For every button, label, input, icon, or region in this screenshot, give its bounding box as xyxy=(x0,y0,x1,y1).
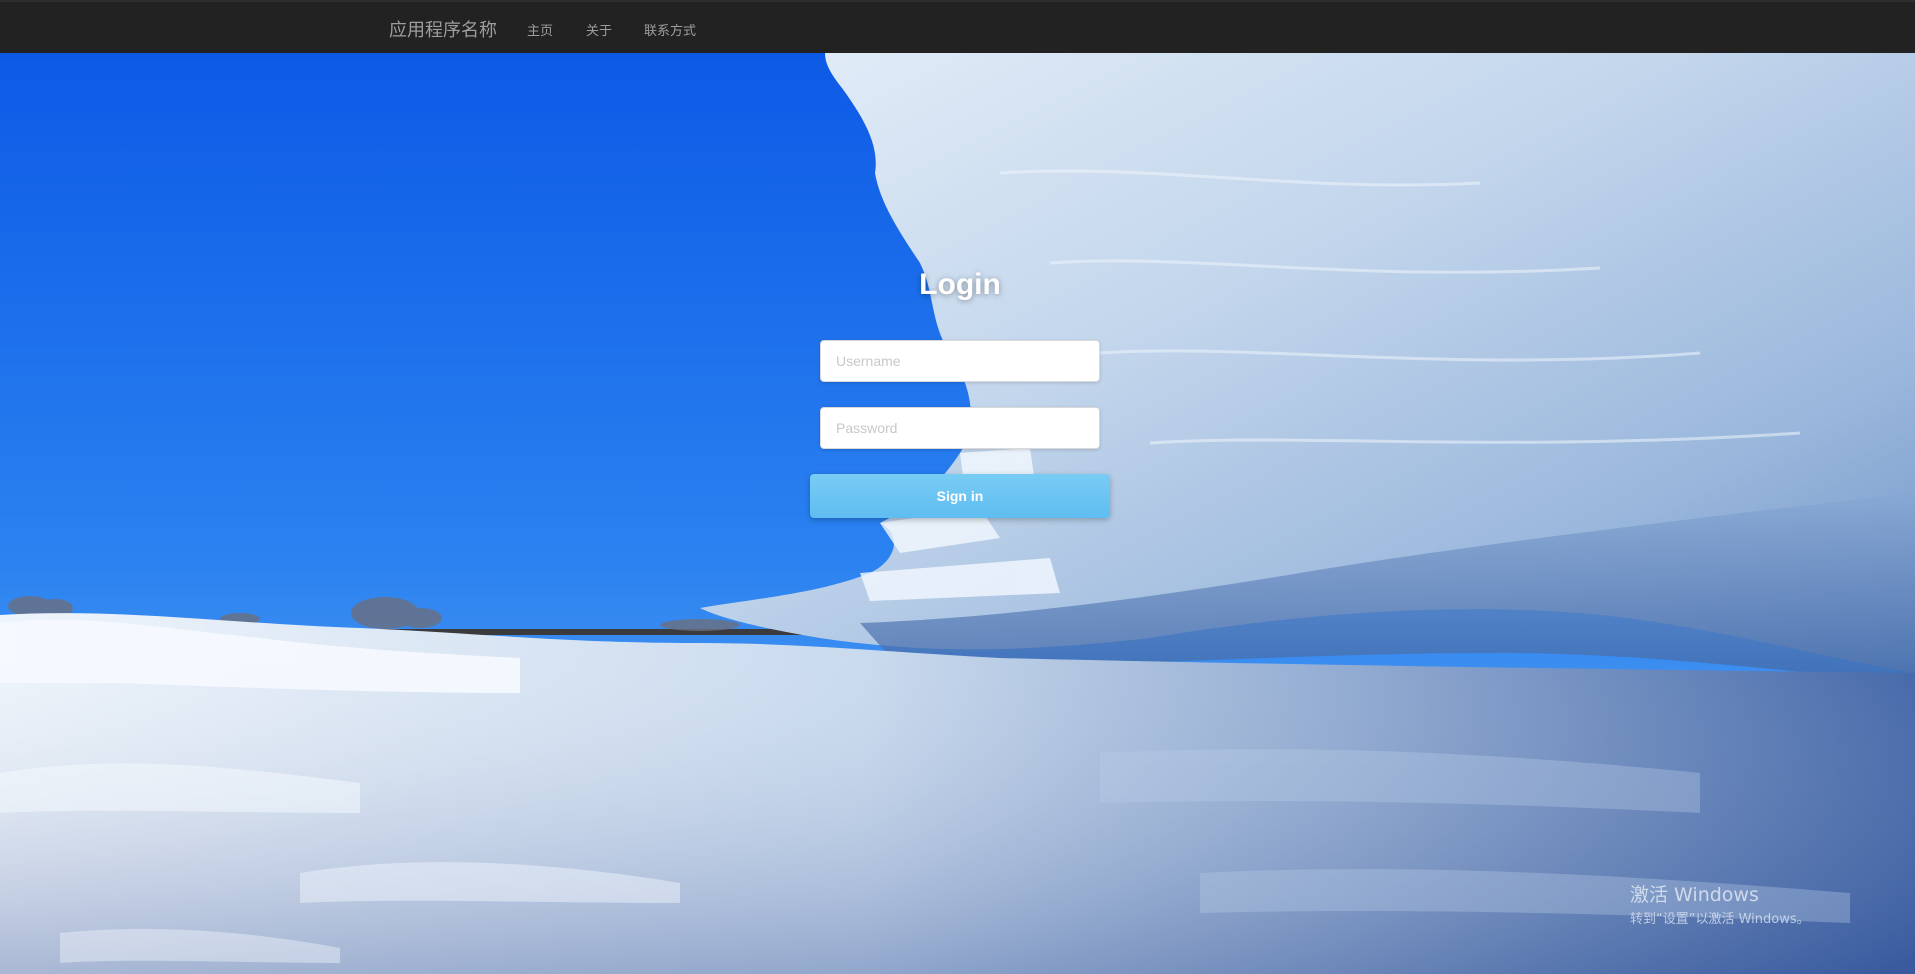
nav-link-home[interactable]: 主页 xyxy=(527,20,553,39)
nav-link-contact[interactable]: 联系方式 xyxy=(644,20,696,39)
top-navbar: 应用程序名称 主页 关于 联系方式 xyxy=(0,0,1915,53)
nav-link-about[interactable]: 关于 xyxy=(586,20,612,39)
username-input[interactable] xyxy=(820,340,1100,382)
sign-in-button[interactable]: Sign in xyxy=(810,474,1110,518)
login-page: 应用程序名称 主页 关于 联系方式 Login Username Sign in… xyxy=(0,0,1915,974)
password-input[interactable] xyxy=(820,407,1100,449)
brand-link[interactable]: 应用程序名称 xyxy=(389,16,497,42)
windows-activation-title: 激活 Windows xyxy=(1630,884,1759,906)
windows-activation-subtitle: 转到“设置”以激活 Windows。 xyxy=(1630,912,1810,927)
login-title: Login xyxy=(919,268,1001,301)
